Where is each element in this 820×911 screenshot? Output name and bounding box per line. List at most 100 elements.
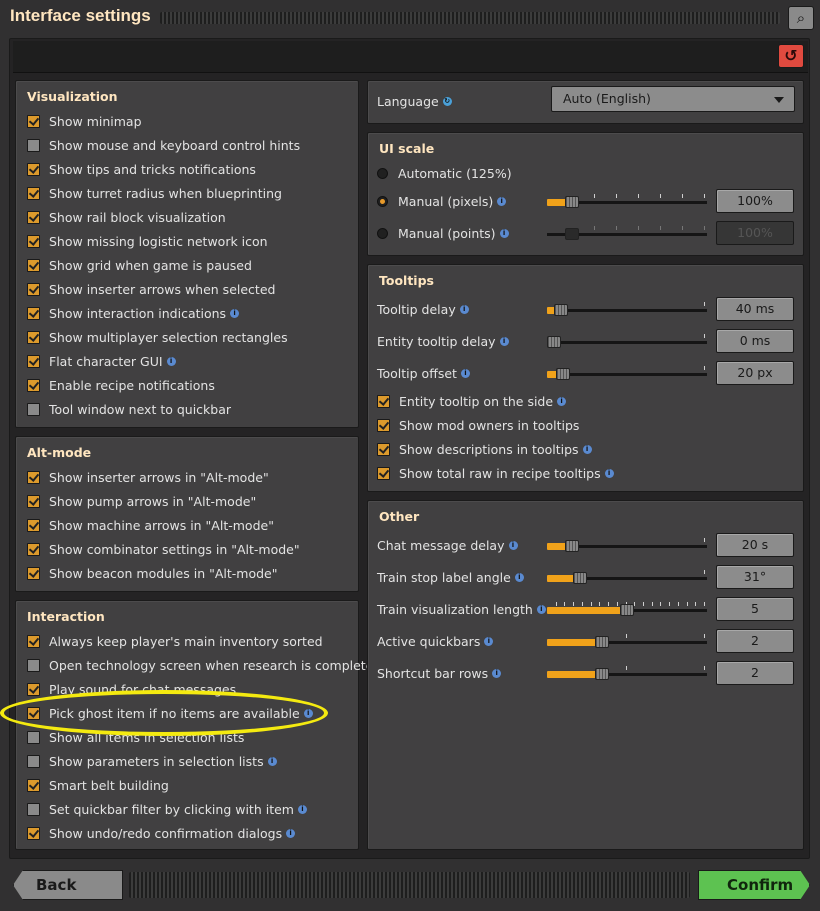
slider-value-box[interactable]: 2: [716, 661, 794, 685]
checkbox[interactable]: [27, 210, 40, 224]
checkbox[interactable]: [27, 730, 40, 744]
checkbox[interactable]: [377, 394, 390, 408]
checkbox[interactable]: [377, 418, 390, 432]
checkbox-row[interactable]: Show grid when game is paused: [27, 255, 252, 275]
checkbox[interactable]: [377, 442, 390, 456]
checkbox[interactable]: [27, 778, 40, 792]
checkbox-row[interactable]: Entity tooltip on the side i: [377, 391, 567, 411]
slider-knob[interactable]: [573, 572, 587, 584]
slider-value-box[interactable]: 20 px: [716, 361, 794, 385]
checkbox-row[interactable]: Always keep player's main inventory sort…: [27, 631, 323, 651]
checkbox[interactable]: [27, 542, 40, 556]
checkbox-row[interactable]: Show undo/redo confirmation dialogs i: [27, 823, 296, 843]
slider-knob[interactable]: [620, 604, 634, 616]
checkbox-row[interactable]: Show tips and tricks notifications: [27, 159, 256, 179]
manual-pixels-radio[interactable]: [377, 195, 388, 207]
checkbox[interactable]: [27, 566, 40, 580]
reset-button[interactable]: ↺: [778, 44, 804, 68]
checkbox-row[interactable]: Flat character GUI i: [27, 351, 176, 371]
checkbox[interactable]: [27, 186, 40, 200]
checkbox[interactable]: [27, 354, 40, 368]
slider[interactable]: [547, 538, 707, 554]
checkbox-row[interactable]: Show all items in selection lists: [27, 727, 244, 747]
language-dropdown[interactable]: Auto (English): [551, 86, 795, 112]
slider-value-box[interactable]: 31°: [716, 565, 794, 589]
checkbox-row[interactable]: Show total raw in recipe tooltips i: [377, 463, 614, 483]
slider[interactable]: [547, 634, 707, 650]
checkbox[interactable]: [27, 826, 40, 840]
checkbox[interactable]: [27, 682, 40, 696]
checkbox[interactable]: [27, 470, 40, 484]
search-button[interactable]: ⌕: [788, 6, 814, 30]
confirm-button[interactable]: Confirm: [698, 870, 810, 900]
checkbox[interactable]: [27, 378, 40, 392]
slider[interactable]: [547, 334, 707, 350]
checkbox-row[interactable]: Show missing logistic network icon: [27, 231, 268, 251]
checkbox[interactable]: [27, 802, 40, 816]
checkbox-row[interactable]: Open technology screen when research is …: [27, 655, 381, 675]
checkbox-row[interactable]: Show machine arrows in "Alt-mode": [27, 515, 274, 535]
checkbox-row[interactable]: Show mod owners in tooltips: [377, 415, 579, 435]
slider-value-box[interactable]: 40 ms: [716, 297, 794, 321]
slider-knob[interactable]: [554, 304, 568, 316]
checkbox[interactable]: [27, 706, 40, 720]
slider-value-box[interactable]: 5: [716, 597, 794, 621]
checkbox[interactable]: [27, 634, 40, 648]
checkbox-row[interactable]: Tool window next to quickbar: [27, 399, 231, 419]
checkbox-row[interactable]: Show minimap: [27, 111, 142, 131]
checkbox[interactable]: [27, 258, 40, 272]
checkbox-row[interactable]: Pick ghost item if no items are availabl…: [27, 703, 313, 723]
slider-knob[interactable]: [565, 196, 579, 208]
title-bar[interactable]: Interface settings ⌕: [0, 0, 820, 36]
slider-knob[interactable]: [556, 368, 570, 380]
checkbox-row[interactable]: Show mouse and keyboard control hints: [27, 135, 300, 155]
checkbox-row[interactable]: Show descriptions in tooltips i: [377, 439, 592, 459]
checkbox-row[interactable]: Show inserter arrows in "Alt-mode": [27, 467, 269, 487]
checkbox-row[interactable]: Show rail block visualization: [27, 207, 226, 227]
slider[interactable]: [547, 366, 707, 382]
slider-knob[interactable]: [595, 636, 609, 648]
slider[interactable]: [547, 666, 707, 682]
checkbox-row[interactable]: Set quickbar filter by clicking with ite…: [27, 799, 307, 819]
checkbox[interactable]: [27, 282, 40, 296]
uiscale-manual-pixels-option[interactable]: Manual (pixels) i: [377, 191, 507, 211]
uiscale-pixels-value[interactable]: 100%: [716, 189, 794, 213]
checkbox[interactable]: [27, 658, 40, 672]
checkbox[interactable]: [27, 518, 40, 532]
checkbox-row[interactable]: Show parameters in selection lists i: [27, 751, 277, 771]
back-button[interactable]: Back: [13, 870, 123, 900]
slider-knob[interactable]: [565, 540, 579, 552]
slider[interactable]: [547, 602, 707, 618]
slider-value-box[interactable]: 2: [716, 629, 794, 653]
checkbox-row[interactable]: Show interaction indications i: [27, 303, 240, 323]
checkbox[interactable]: [27, 162, 40, 176]
checkbox-row[interactable]: Show pump arrows in "Alt-mode": [27, 491, 256, 511]
bottom-drag-handle[interactable]: [129, 872, 690, 898]
uiscale-pixels-slider[interactable]: [547, 194, 707, 210]
checkbox-row[interactable]: Show inserter arrows when selected: [27, 279, 275, 299]
checkbox[interactable]: [27, 494, 40, 508]
checkbox-row[interactable]: Smart belt building: [27, 775, 169, 795]
drag-handle[interactable]: [160, 12, 780, 24]
checkbox[interactable]: [27, 114, 40, 128]
checkbox-row[interactable]: Enable recipe notifications: [27, 375, 215, 395]
slider-knob[interactable]: [547, 336, 561, 348]
manual-points-radio[interactable]: [377, 227, 388, 239]
uiscale-manual-points-option[interactable]: Manual (points) i: [377, 223, 509, 243]
uiscale-automatic-option[interactable]: Automatic (125%): [377, 163, 512, 183]
checkbox-row[interactable]: Show combinator settings in "Alt-mode": [27, 539, 300, 559]
slider[interactable]: [547, 302, 707, 318]
automatic-radio[interactable]: [377, 167, 388, 179]
slider-value-box[interactable]: 0 ms: [716, 329, 794, 353]
checkbox-row[interactable]: Show beacon modules in "Alt-mode": [27, 563, 278, 583]
checkbox[interactable]: [27, 138, 40, 152]
slider-value-box[interactable]: 20 s: [716, 533, 794, 557]
checkbox[interactable]: [27, 402, 40, 416]
checkbox[interactable]: [27, 754, 40, 768]
slider-knob[interactable]: [595, 668, 609, 680]
checkbox-row[interactable]: Play sound for chat messages: [27, 679, 236, 699]
checkbox[interactable]: [27, 306, 40, 320]
checkbox-row[interactable]: Show turret radius when blueprinting: [27, 183, 282, 203]
checkbox[interactable]: [377, 466, 390, 480]
checkbox[interactable]: [27, 234, 40, 248]
